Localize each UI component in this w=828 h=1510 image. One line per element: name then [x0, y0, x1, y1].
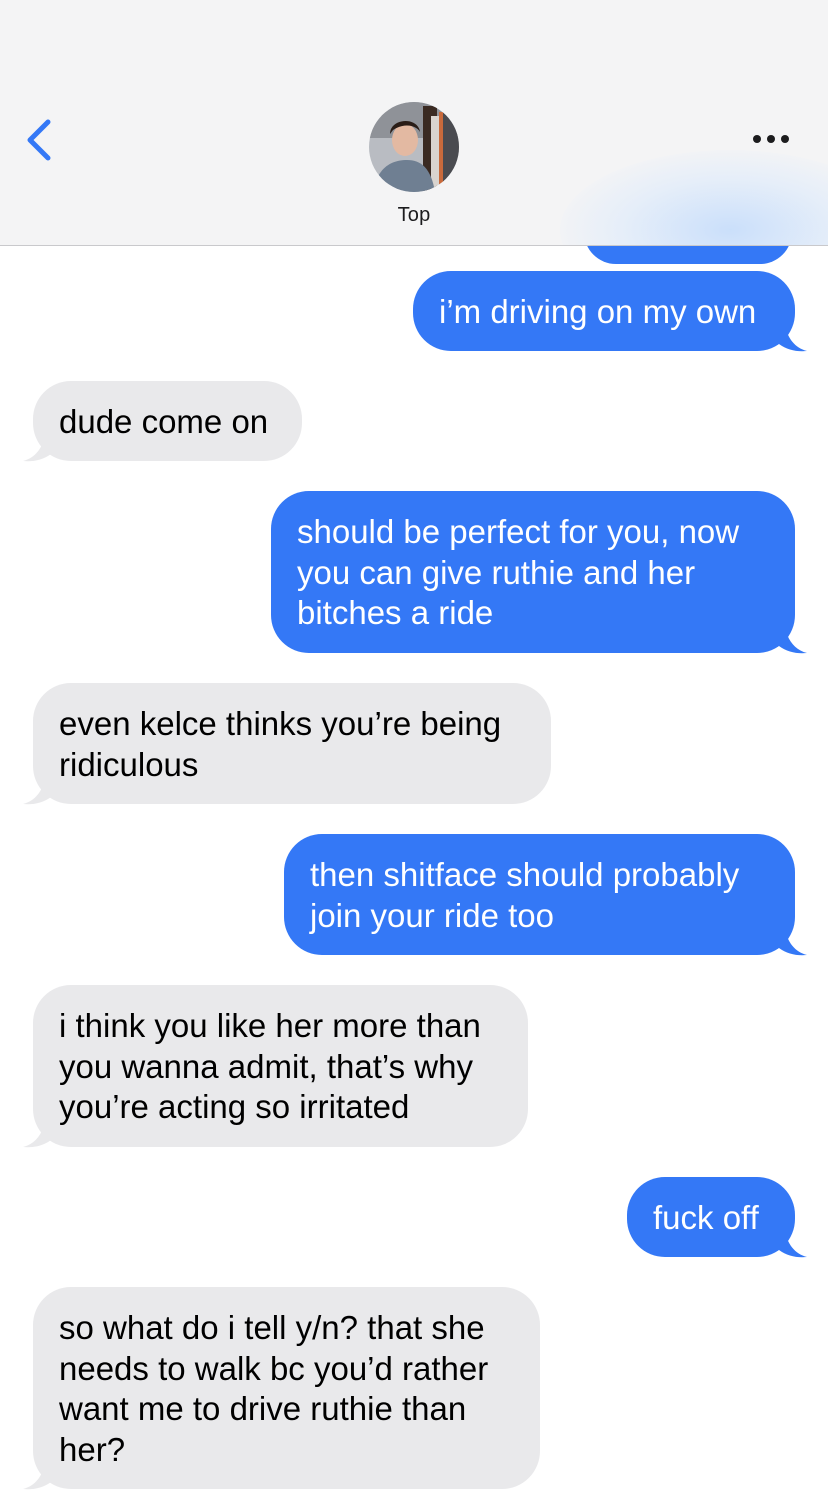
message-text: i think you like her more than you wanna…: [59, 1007, 481, 1125]
bubble-tail-outgoing: [779, 1230, 809, 1258]
avatar-photo: [369, 102, 459, 192]
contact-avatar[interactable]: [369, 102, 459, 192]
message-bubble-incoming[interactable]: i think you like her more than you wanna…: [33, 985, 528, 1147]
message-text: so what do i tell y/n? that she needs to…: [59, 1309, 489, 1468]
message-bubble-incoming[interactable]: dude come on: [33, 381, 302, 461]
message-bubble-outgoing[interactable]: i’m driving on my own: [413, 271, 795, 351]
message-text: even kelce thinks you’re being ridiculou…: [59, 705, 502, 783]
bubble-tail-incoming: [21, 434, 51, 462]
message-text: should be perfect for you, now you can g…: [297, 513, 740, 631]
messages-app: i’m driving on my own dude come on shoul…: [0, 0, 828, 1510]
back-button[interactable]: [22, 116, 62, 164]
message-text: dude come on: [59, 403, 269, 440]
message-text: fuck off: [653, 1199, 759, 1236]
message-bubble-outgoing[interactable]: should be perfect for you, now you can g…: [271, 491, 795, 653]
message-bubble-incoming[interactable]: even kelce thinks you’re being ridiculou…: [33, 683, 551, 804]
message-bubble-incoming[interactable]: so what do i tell y/n? that she needs to…: [33, 1287, 540, 1489]
header-glow: [560, 150, 828, 245]
message-text: i’m driving on my own: [439, 293, 757, 330]
bubble-tail-incoming: [21, 777, 51, 805]
ellipsis-icon: [753, 135, 789, 143]
message-bubble-outgoing[interactable]: fuck off: [627, 1177, 795, 1257]
message-bubble-outgoing[interactable]: then shitface should probably join your …: [284, 834, 795, 955]
contact-name[interactable]: Top: [314, 204, 514, 227]
message-text: then shitface should probably join your …: [310, 856, 740, 934]
bubble-tail-incoming: [21, 1462, 51, 1490]
bubble-tail-outgoing: [779, 928, 809, 956]
bubble-tail-outgoing: [779, 626, 809, 654]
chevron-left-icon: [27, 119, 51, 161]
more-options-button[interactable]: [748, 124, 794, 154]
bubble-tail-outgoing: [779, 324, 809, 352]
bubble-tail-incoming: [21, 1120, 51, 1148]
conversation-header: Top: [0, 0, 828, 246]
